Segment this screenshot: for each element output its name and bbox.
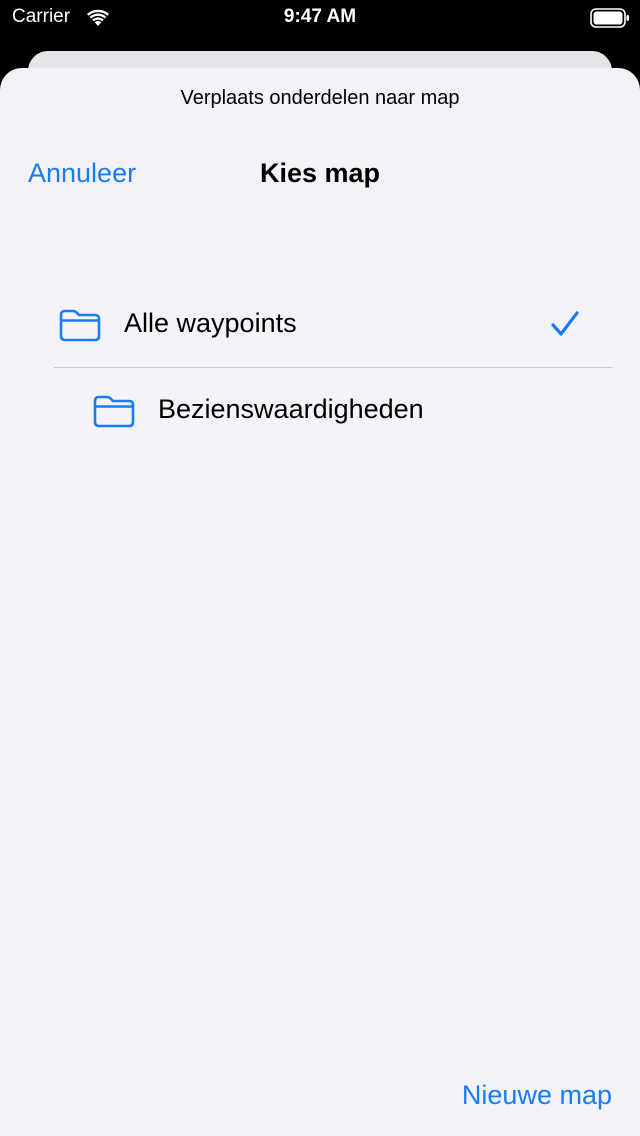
folder-label: Alle waypoints bbox=[124, 308, 297, 338]
checkmark-icon bbox=[550, 310, 580, 338]
folder-picker-sheet: Verplaats onderdelen naar map Annuleer K… bbox=[0, 68, 640, 1136]
folder-list: Alle waypoints Bezienswaardigheden bbox=[24, 282, 612, 454]
status-bar: Carrier 9:47 AM bbox=[0, 0, 640, 36]
battery-icon bbox=[590, 8, 630, 28]
folder-icon bbox=[58, 308, 102, 342]
sheet-prompt: Verplaats onderdelen naar map bbox=[180, 87, 460, 109]
folder-row-alle-waypoints[interactable]: Alle waypoints bbox=[24, 282, 612, 368]
clock-time: 9:47 AM bbox=[283, 6, 357, 27]
new-folder-button[interactable]: Nieuwe map bbox=[462, 1080, 612, 1111]
folder-icon bbox=[92, 394, 136, 428]
cancel-button[interactable]: Annuleer bbox=[28, 158, 136, 189]
folder-label: Bezienswaardigheden bbox=[158, 394, 424, 424]
screen: Carrier 9:47 AM Verplaats onderdelen naa… bbox=[0, 0, 640, 1136]
folder-row-bezienswaardigheden[interactable]: Bezienswaardigheden bbox=[24, 368, 612, 454]
navigation-bar: Annuleer Kies map bbox=[0, 148, 640, 200]
